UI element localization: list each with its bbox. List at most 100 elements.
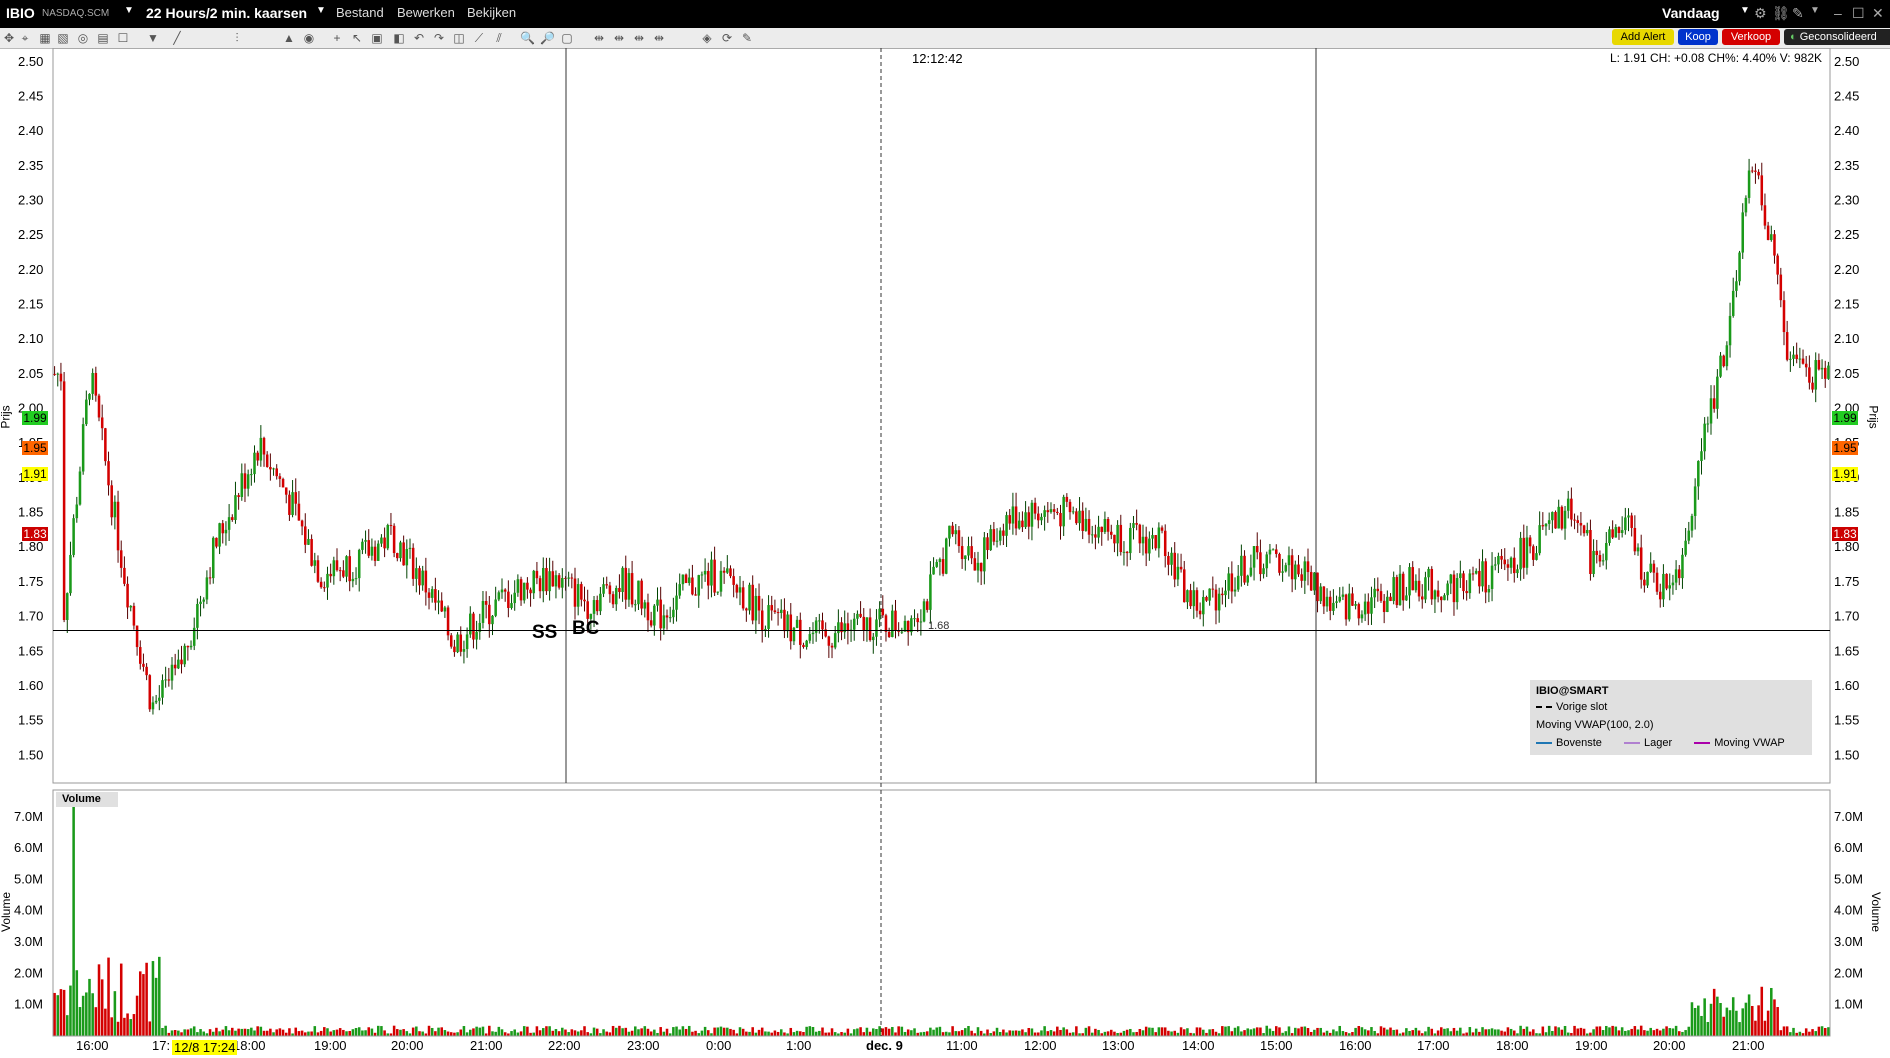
volume-bar <box>1430 1028 1434 1036</box>
toolbar-tool-18-icon[interactable]: ◫ <box>452 31 466 45</box>
sell-button[interactable]: Verkoop <box>1722 29 1780 45</box>
buy-button[interactable]: Koop <box>1678 29 1718 45</box>
candle-body <box>1741 212 1745 253</box>
toolbar-tool-7-icon[interactable]: ▼ <box>146 31 160 45</box>
volume-bar <box>218 1031 221 1036</box>
toolbar-tool-11-icon[interactable]: ◉ <box>302 31 316 45</box>
candle-body <box>1643 579 1646 586</box>
legend-band-lower[interactable]: Lager <box>1644 737 1672 749</box>
toolbar-tool-28-icon[interactable]: ◈ <box>700 31 714 45</box>
toolbar-tool-29-icon[interactable]: ⟳ <box>720 31 734 45</box>
candle-body <box>259 437 263 461</box>
options-dropdown-icon[interactable]: ▼ <box>1810 5 1820 16</box>
toolbar-tool-8-icon[interactable]: ╱ <box>170 31 184 45</box>
toolbar-tool-16-icon[interactable]: ↶ <box>412 31 426 45</box>
toolbar-tool-6-icon[interactable]: ☐ <box>116 31 130 45</box>
maximize-icon[interactable]: ☐ <box>1852 5 1865 22</box>
settings-icon[interactable]: ⚙ <box>1754 5 1767 22</box>
toolbar-tool-21-icon[interactable]: 🔍 <box>520 31 535 45</box>
volume-bar <box>376 1025 380 1036</box>
volume-bar <box>1097 1029 1100 1036</box>
volume-bar <box>891 1026 894 1036</box>
time-label: 17: <box>152 1038 170 1053</box>
candle-body <box>503 589 507 592</box>
candle-body <box>1202 596 1205 615</box>
volume-bar <box>1325 1030 1329 1036</box>
today-dropdown-icon[interactable]: ▼ <box>1740 5 1750 16</box>
toolbar-tool-14-icon[interactable]: ▣ <box>370 31 384 45</box>
toolbar-tool-12-icon[interactable]: + <box>330 31 344 45</box>
toolbar-tool-3-icon[interactable]: ▧ <box>56 31 70 45</box>
menu-bewerken[interactable]: Bewerken <box>397 5 455 20</box>
volume-bar <box>275 1029 278 1036</box>
volume-bar <box>72 804 75 1036</box>
toolbar-tool-4-icon[interactable]: ◎ <box>76 31 90 45</box>
toolbar-tool-15-icon[interactable]: ◧ <box>392 31 406 45</box>
menu-bekijken[interactable]: Bekijken <box>467 5 516 20</box>
toolbar-tool-1-icon[interactable]: ⌖ <box>18 31 32 45</box>
period-dropdown-icon[interactable]: ▼ <box>316 5 326 16</box>
candle-body <box>88 393 91 400</box>
toolbar-tool-5-icon[interactable]: ▤ <box>96 31 110 45</box>
legend-prev-close[interactable]: Vorige slot <box>1536 701 1607 713</box>
toolbar-tool-10-icon[interactable]: ▲ <box>282 31 296 45</box>
exchange-dropdown-icon[interactable]: ▼ <box>124 5 134 16</box>
toolbar-tool-25-icon[interactable]: ⇹ <box>612 31 626 45</box>
candle-body <box>872 636 875 641</box>
price-tick-right: 1.75 <box>1834 574 1859 589</box>
period-selector[interactable]: 22 Hours/2 min. kaarsen <box>146 5 307 21</box>
candle-body <box>697 575 701 596</box>
candle-body <box>944 538 948 574</box>
toolbar-tool-0-icon[interactable]: ✥ <box>2 31 16 45</box>
toolbar-tool-2-icon[interactable]: ▦ <box>38 31 52 45</box>
candle-body <box>795 619 799 628</box>
price-axis-label-left: Prijs <box>0 405 13 429</box>
volume-bar <box>97 964 101 1036</box>
toolbar-tool-30-icon[interactable]: ✎ <box>740 31 754 45</box>
candle-body <box>186 645 190 648</box>
candle-body <box>678 584 681 596</box>
symbol-label[interactable]: IBIO <box>6 5 35 21</box>
legend-band-vwap[interactable]: Moving VWAP <box>1714 737 1785 749</box>
pin-icon[interactable]: ✎ <box>1792 5 1804 22</box>
candle-body <box>1014 506 1018 529</box>
toolbar-tool-20-icon[interactable]: ⫽ <box>492 31 506 45</box>
volume-bar <box>345 1031 348 1036</box>
menu-bestand[interactable]: Bestand <box>336 5 384 20</box>
add-alert-button[interactable]: Add Alert <box>1612 29 1674 45</box>
toolbar-tool-24-icon[interactable]: ⇹ <box>592 31 606 45</box>
volume-bar <box>910 1030 913 1036</box>
toolbar-tool-13-icon[interactable]: ↖ <box>350 31 364 45</box>
candle-body <box>59 373 63 382</box>
volume-bar <box>792 1032 796 1036</box>
volume-bar <box>1389 1027 1392 1036</box>
consolidated-toggle[interactable]: ◐ Geconsolideerd <box>1784 29 1890 45</box>
link-icon[interactable]: ⛓ <box>1772 5 1790 22</box>
toolbar-tool-17-icon[interactable]: ↷ <box>432 31 446 45</box>
volume-bar <box>618 1025 621 1036</box>
exchange-label[interactable]: NASDAQ.SCM <box>42 8 109 19</box>
candle-body <box>1804 363 1808 368</box>
volume-bar <box>1008 1030 1011 1036</box>
toolbar-tool-27-icon[interactable]: ⇹ <box>652 31 666 45</box>
candle-body <box>1465 591 1468 594</box>
candle-body <box>1189 590 1192 607</box>
candle-body <box>1557 506 1560 529</box>
price-chart[interactable]: 2.50 2.50 2.45 2.45 2.40 2.40 2.35 2.35 2.30 2.30… <box>0 48 1890 1058</box>
volume-bar <box>1512 1030 1516 1036</box>
legend-band-upper[interactable]: Bovenste <box>1556 737 1602 749</box>
today-label[interactable]: Vandaag <box>1662 5 1720 21</box>
volume-bar <box>573 1030 577 1036</box>
close-icon[interactable]: ✕ <box>1872 5 1884 22</box>
toolbar-tool-19-icon[interactable]: ⟋ <box>472 31 486 45</box>
minimize-icon[interactable]: – <box>1834 5 1842 21</box>
toolbar-tool-9-icon[interactable]: ⫶ <box>230 31 244 45</box>
legend-indicator[interactable]: Moving VWAP(100, 2.0) <box>1536 719 1654 731</box>
volume-bar <box>1214 1031 1218 1036</box>
toolbar-tool-22-icon[interactable]: 🔎 <box>540 31 555 45</box>
toolbar-tool-26-icon[interactable]: ⇹ <box>632 31 646 45</box>
toolbar-tool-23-icon[interactable]: ▢ <box>560 31 574 45</box>
volume-bar <box>986 1029 989 1036</box>
candle-body <box>1265 554 1269 569</box>
volume-bar <box>1224 1026 1227 1036</box>
